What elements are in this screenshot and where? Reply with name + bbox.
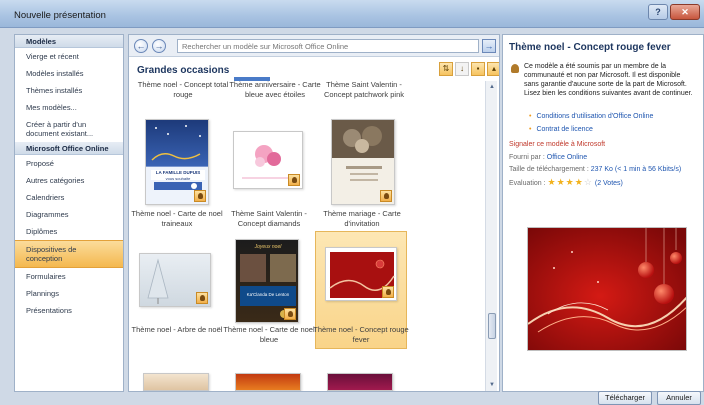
template-thumbnail[interactable]: Joyeux noel Ka'Clanda De Lenton [235,239,299,323]
rating-label: Evaluation : [509,180,546,187]
sidebar-item-installed-themes[interactable]: Thèmes installés [15,82,123,99]
sidebar-item-installed-templates[interactable]: Modèles installés [15,65,123,82]
provider-row: Fourni par : Office Online [509,154,587,161]
details-title: Thème noel - Concept rouge fever [509,42,671,53]
template-details-pane: Thème noel - Concept rouge fever Ce modè… [502,34,704,392]
view-options: ⇅ ↓ ▪ ▴ [439,62,499,76]
scroll-up-icon[interactable]: ▲ [488,83,496,91]
community-badge-icon [288,174,300,186]
template-thumbnail-partial [234,77,270,81]
sidebar-item-featured[interactable]: Proposé [15,155,123,172]
scroll-thumb[interactable] [488,313,496,339]
rating-stars-icon[interactable]: ★★★★☆ [548,177,593,187]
close-button[interactable]: ✕ [670,4,700,20]
download-size-label: Taille de téléchargement : [509,166,589,173]
sidebar-item-diplomas[interactable]: Diplômes [15,223,123,240]
community-badge-icon [382,286,394,298]
sort-az-icon[interactable]: ↓ [455,62,469,76]
template-preview-image [527,227,687,351]
window-controls: ? ✕ [648,4,700,20]
details-description: Ce modèle a été soumis par un membre de … [524,63,693,97]
card-wish-text: vous souhaite [165,176,191,181]
sidebar-section-office-online: Microsoft Office Online [15,142,123,155]
template-thumbnail-selected[interactable] [325,247,397,301]
sidebar-item-my-templates[interactable]: Mes modèles... [15,99,123,116]
rating-view-icon[interactable]: ▴ [487,62,499,76]
card-family-text: LA FAMILLE DUPUIS [155,170,201,175]
user-view-icon[interactable]: ▪ [471,62,485,76]
template-label[interactable]: Thème Saint Valentin - Concept diamands [221,209,317,228]
community-badge-icon [284,308,296,320]
category-sidebar: Modèles Vierge et récent Modèles install… [14,34,124,392]
sidebar-item-calendars[interactable]: Calendriers [15,189,123,206]
sidebar-item-design-slides[interactable]: Dispositives de conception [15,240,123,268]
template-thumbnail[interactable] [235,373,301,391]
card-family-text: Ka'Clanda De Lenton [246,292,290,297]
template-thumbnail[interactable] [139,253,211,307]
download-button[interactable]: Télécharger [598,391,652,405]
cancel-button[interactable]: Annuler [657,391,701,405]
help-button[interactable]: ? [648,4,668,20]
template-label[interactable]: Thème noel - Concept total rouge [135,80,231,99]
report-template-link[interactable]: Signaler ce modèle à Microsoft [509,141,605,148]
sidebar-item-diagrams[interactable]: Diagrammes [15,206,123,223]
search-input[interactable] [177,39,479,53]
template-thumbnail[interactable] [331,119,395,205]
rating-row: Evaluation : ★★★★☆ (2 Votes) [509,177,623,188]
back-arrow-icon[interactable]: ← [134,39,148,53]
search-go-button[interactable]: → [482,39,496,53]
template-label[interactable]: Thème Saint Valentin - Concept patchwork… [316,80,412,99]
sidebar-item-blank-recent[interactable]: Vierge et récent [15,48,123,65]
terms-of-use-link[interactable]: Conditions d'utilisation d'Office Online [529,113,653,120]
gallery-scrollbar[interactable]: ▲ ▼ [485,81,497,391]
sidebar-item-presentations[interactable]: Présentations [15,302,123,319]
template-thumbnail[interactable]: LA FAMILLE DUPUIS vous souhaite [145,119,209,205]
sidebar-item-from-existing[interactable]: Créer à partir d'un document existant... [15,116,123,142]
provider-value: Office Online [546,154,588,161]
sidebar-item-other-categories[interactable]: Autres catégories [15,172,123,189]
search-bar: ← → → [129,35,499,57]
red-fever-preview [528,228,686,350]
community-badge-icon [194,190,206,202]
rating-votes: (2 Votes) [594,180,623,187]
sidebar-section-templates: Modèles [15,35,123,48]
sort-icon[interactable]: ⇅ [439,62,453,76]
gallery-title: Grandes occasions [137,65,230,76]
template-label[interactable]: Thème noel - Carte de noel traineaux [129,209,225,228]
template-label[interactable]: Thème noel - Carte de noel bleue [221,325,317,344]
provider-label: Fourni par : [509,154,545,161]
download-size-row: Taille de téléchargement : 237 Ko (< 1 m… [509,166,681,173]
title-bar: Nouvelle présentation ? ✕ [0,0,704,28]
community-badge-icon [196,292,208,304]
window-title: Nouvelle présentation [14,10,106,21]
template-thumbnail[interactable] [143,373,209,391]
download-size-value: 237 Ko (< 1 min à 56 Kbits/s) [590,166,682,173]
template-thumbnail[interactable] [327,373,393,391]
scroll-down-icon[interactable]: ▼ [488,381,496,389]
forward-arrow-icon[interactable]: → [152,39,166,53]
card-greeting-text: Joyeux noel [254,244,282,250]
community-user-icon [511,64,519,73]
sidebar-item-forms[interactable]: Formulaires [15,268,123,285]
template-grid: Thème noel - Concept total rouge Thème a… [129,77,485,391]
community-badge-icon [380,190,392,202]
sidebar-item-schedules[interactable]: Plannings [15,285,123,302]
license-agreement-link[interactable]: Contrat de licence [529,126,592,133]
template-gallery-pane: ← → → Grandes occasions ⇅ ↓ ▪ ▴ Thème no… [128,34,500,392]
template-label[interactable]: Thème anniversaire - Carte bleue avec ét… [227,80,323,99]
template-thumbnail[interactable] [233,131,303,189]
template-label[interactable]: Thème noel - Arbre de noël [129,325,225,335]
template-label[interactable]: Thème noel - Concept rouge fever [313,325,409,344]
template-label[interactable]: Thème mariage - Carte d'invitation [314,209,410,228]
